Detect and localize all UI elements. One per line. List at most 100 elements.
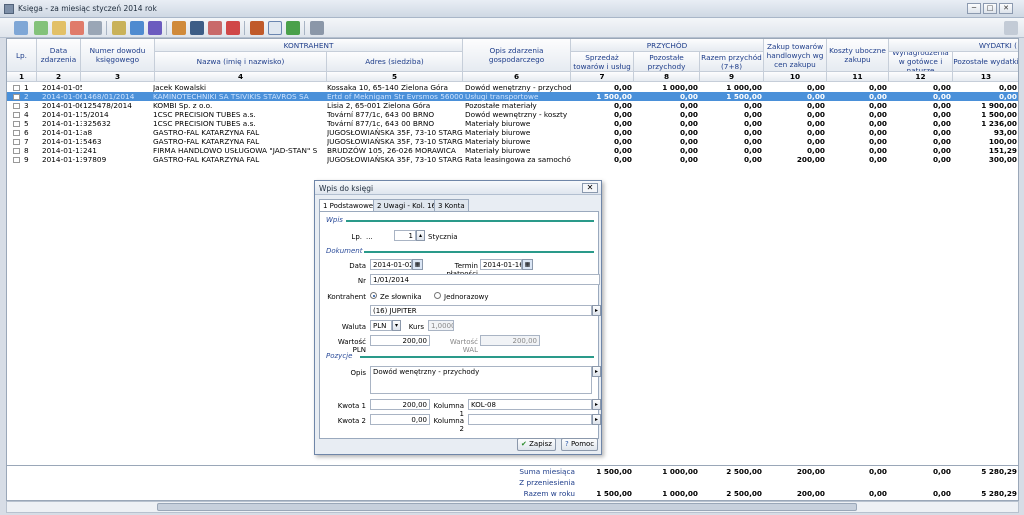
dialog-close-button[interactable]: ✕ bbox=[582, 183, 598, 193]
amount1-input[interactable]: 200,00 bbox=[370, 399, 430, 410]
rate-input[interactable]: 1,0000 bbox=[428, 320, 454, 331]
filter-clear-icon[interactable] bbox=[226, 21, 240, 35]
cell-lp: 4 bbox=[24, 110, 29, 119]
scrollbar-thumb[interactable] bbox=[157, 503, 857, 511]
col-number-1: 1 bbox=[7, 72, 37, 82]
maximize-button[interactable]: □ bbox=[983, 3, 997, 14]
add-icon[interactable] bbox=[34, 21, 48, 35]
header-koszty[interactable]: Koszty uboczne zakupu bbox=[827, 39, 889, 72]
delete-icon[interactable] bbox=[70, 21, 84, 35]
select-icon[interactable] bbox=[268, 21, 282, 35]
new-doc-icon[interactable] bbox=[14, 21, 28, 35]
minimize-button[interactable]: ─ bbox=[967, 3, 981, 14]
header-sprzedaz[interactable]: Sprzedaż towarów i usług bbox=[571, 52, 634, 72]
sum-month-c9: 2 500,00 bbox=[726, 467, 762, 476]
close-button[interactable]: ✕ bbox=[999, 3, 1013, 14]
date-calendar-icon[interactable]: ▦ bbox=[412, 259, 423, 270]
header-opis[interactable]: Opis zdarzenia gospodarczego bbox=[463, 39, 571, 72]
radio-slownik[interactable] bbox=[370, 292, 377, 299]
table-row[interactable]: 7 2014-01-13 5463 GASTRO-FAL KATARZYNA FAL J… bbox=[7, 137, 1018, 146]
header-nazwa[interactable]: Nazwa (imię i nazwisko) bbox=[155, 52, 327, 72]
tools-icon[interactable] bbox=[310, 21, 324, 35]
copy-icon[interactable] bbox=[130, 21, 144, 35]
contractor-browse-button[interactable]: ▸ bbox=[592, 305, 601, 316]
row-checkbox[interactable] bbox=[13, 128, 23, 137]
section-wpis-line bbox=[346, 220, 594, 222]
contractor-input[interactable]: (16) JUPITER bbox=[370, 305, 592, 316]
edit-icon[interactable] bbox=[52, 21, 66, 35]
table-row[interactable]: 1 2014-01-05 Jacek Kowalski Kossaka 10, 65-… bbox=[7, 83, 1018, 92]
due-date-calendar-icon[interactable]: ▦ bbox=[522, 259, 533, 270]
date-input[interactable]: 2014-01-02 bbox=[370, 259, 412, 270]
row-checkbox[interactable] bbox=[13, 119, 23, 128]
year-total-row: Razem w roku 1 500,00 1 000,00 2 500,00 … bbox=[7, 489, 1020, 499]
table-row[interactable]: 3 2014-01-06 125478/2014 KOMBI Sp. z o.o. Li… bbox=[7, 101, 1018, 110]
amount2-input[interactable]: 0,00 bbox=[370, 414, 430, 425]
table-row[interactable]: 8 2014-01-13 241 FIRMA HANDLOWO USŁUGOWA "J… bbox=[7, 146, 1018, 155]
description-label: Opis bbox=[350, 369, 366, 377]
due-date-input[interactable]: 2014-01-16 bbox=[480, 259, 522, 270]
table-row[interactable]: 5 2014-01-13 325632 1CSC PRECISION TUBES a.… bbox=[7, 119, 1018, 128]
row-checkbox[interactable] bbox=[13, 92, 23, 101]
save-button[interactable]: ✔ Zapisz bbox=[517, 438, 556, 451]
cell-lp: 8 bbox=[24, 146, 29, 155]
row-checkbox[interactable] bbox=[13, 155, 23, 164]
column1-input[interactable]: KOL-08 bbox=[468, 399, 592, 410]
value-pln-input[interactable]: 200,00 bbox=[370, 335, 430, 346]
lp-spinner[interactable]: ▴ bbox=[416, 230, 425, 241]
cell-c13: 300,00 bbox=[988, 155, 1017, 164]
horizontal-scrollbar[interactable] bbox=[6, 501, 1019, 513]
lp-input[interactable]: 1 bbox=[394, 230, 416, 241]
row-checkbox[interactable] bbox=[13, 83, 23, 92]
row-checkbox[interactable] bbox=[13, 101, 23, 110]
amount2-label: Kwota 2 bbox=[337, 417, 366, 425]
header-pozostale[interactable]: Pozostałe przychody bbox=[634, 52, 700, 72]
number-input[interactable]: 1/01/2014 bbox=[370, 274, 600, 285]
cell-dowod: 241 bbox=[83, 146, 97, 155]
radio-jednorazowy[interactable] bbox=[434, 292, 441, 299]
header-data[interactable]: Data zdarzenia bbox=[37, 39, 81, 72]
cell-c13: 0,00 bbox=[998, 83, 1017, 92]
help-button[interactable]: ? Pomoc bbox=[561, 438, 599, 451]
header-adres[interactable]: Adres (siedziba) bbox=[327, 52, 463, 72]
refresh-icon[interactable] bbox=[286, 21, 300, 35]
header-lp[interactable]: Lp. bbox=[7, 39, 37, 72]
column2-input[interactable] bbox=[468, 414, 592, 425]
column2-browse-button[interactable]: ▸ bbox=[592, 414, 601, 425]
tab-uwagi[interactable]: 2 Uwagi - Kol. 16 bbox=[373, 199, 441, 211]
description-input[interactable]: Dowód wenętrzny - przychody bbox=[370, 366, 592, 394]
binoculars-icon[interactable] bbox=[190, 21, 204, 35]
cell-opis: Dowód wenętrzny - przychody bbox=[465, 83, 571, 92]
currency-dropdown-icon[interactable]: ▾ bbox=[392, 320, 401, 331]
table-row[interactable]: 6 2014-01-13 a8 GASTRO-FAL KATARZYNA FAL JUG… bbox=[7, 128, 1018, 137]
table-row[interactable]: 2 2014-01-06 1468/01/2014 KAMINOTECHNIKI SA… bbox=[7, 92, 1018, 101]
cell-c7: 0,00 bbox=[613, 101, 632, 110]
currency-select[interactable]: PLN bbox=[370, 320, 392, 331]
table-row[interactable]: 9 2014-01-13 97809 GASTRO-FAL KATARZYNA FAL… bbox=[7, 155, 1018, 164]
header-dowod[interactable]: Numer dowodu księgowego bbox=[81, 39, 155, 72]
import-icon[interactable] bbox=[112, 21, 126, 35]
header-pozostale-wydatki[interactable]: Pozostałe wydatki bbox=[953, 52, 1018, 72]
sort-icon[interactable] bbox=[172, 21, 186, 35]
header-zakup[interactable]: Zakup towarów handlowych wg cen zakupu bbox=[764, 39, 827, 72]
tab-konta[interactable]: 3 Konta bbox=[434, 199, 469, 211]
print-icon[interactable] bbox=[88, 21, 102, 35]
col-number-5: 5 bbox=[327, 72, 463, 82]
export-icon[interactable] bbox=[148, 21, 162, 35]
cell-data: 2014-01-13 bbox=[42, 137, 82, 146]
row-checkbox[interactable] bbox=[13, 110, 23, 119]
columns-menu-icon[interactable] bbox=[1004, 21, 1018, 35]
header-wynagrodzenia[interactable]: Wynagrodzenia w gotówce i naturze bbox=[889, 52, 953, 72]
year-total-c12: 0,00 bbox=[932, 489, 951, 498]
cell-c10: 0,00 bbox=[806, 137, 825, 146]
row-checkbox[interactable] bbox=[13, 146, 23, 155]
value-wal-input[interactable]: 200,00 bbox=[480, 335, 540, 346]
table-row[interactable]: 4 2014-01-11 5/2014 1CSC PRECISION TUBES a.… bbox=[7, 110, 1018, 119]
year-total-label: Razem w roku bbox=[523, 489, 575, 498]
filter-icon[interactable] bbox=[208, 21, 222, 35]
calendar-icon[interactable] bbox=[250, 21, 264, 35]
column1-browse-button[interactable]: ▸ bbox=[592, 399, 601, 410]
row-checkbox[interactable] bbox=[13, 137, 23, 146]
header-razem[interactable]: Razem przychód (7+8) bbox=[700, 52, 764, 72]
description-browse-button[interactable]: ▸ bbox=[592, 366, 601, 377]
